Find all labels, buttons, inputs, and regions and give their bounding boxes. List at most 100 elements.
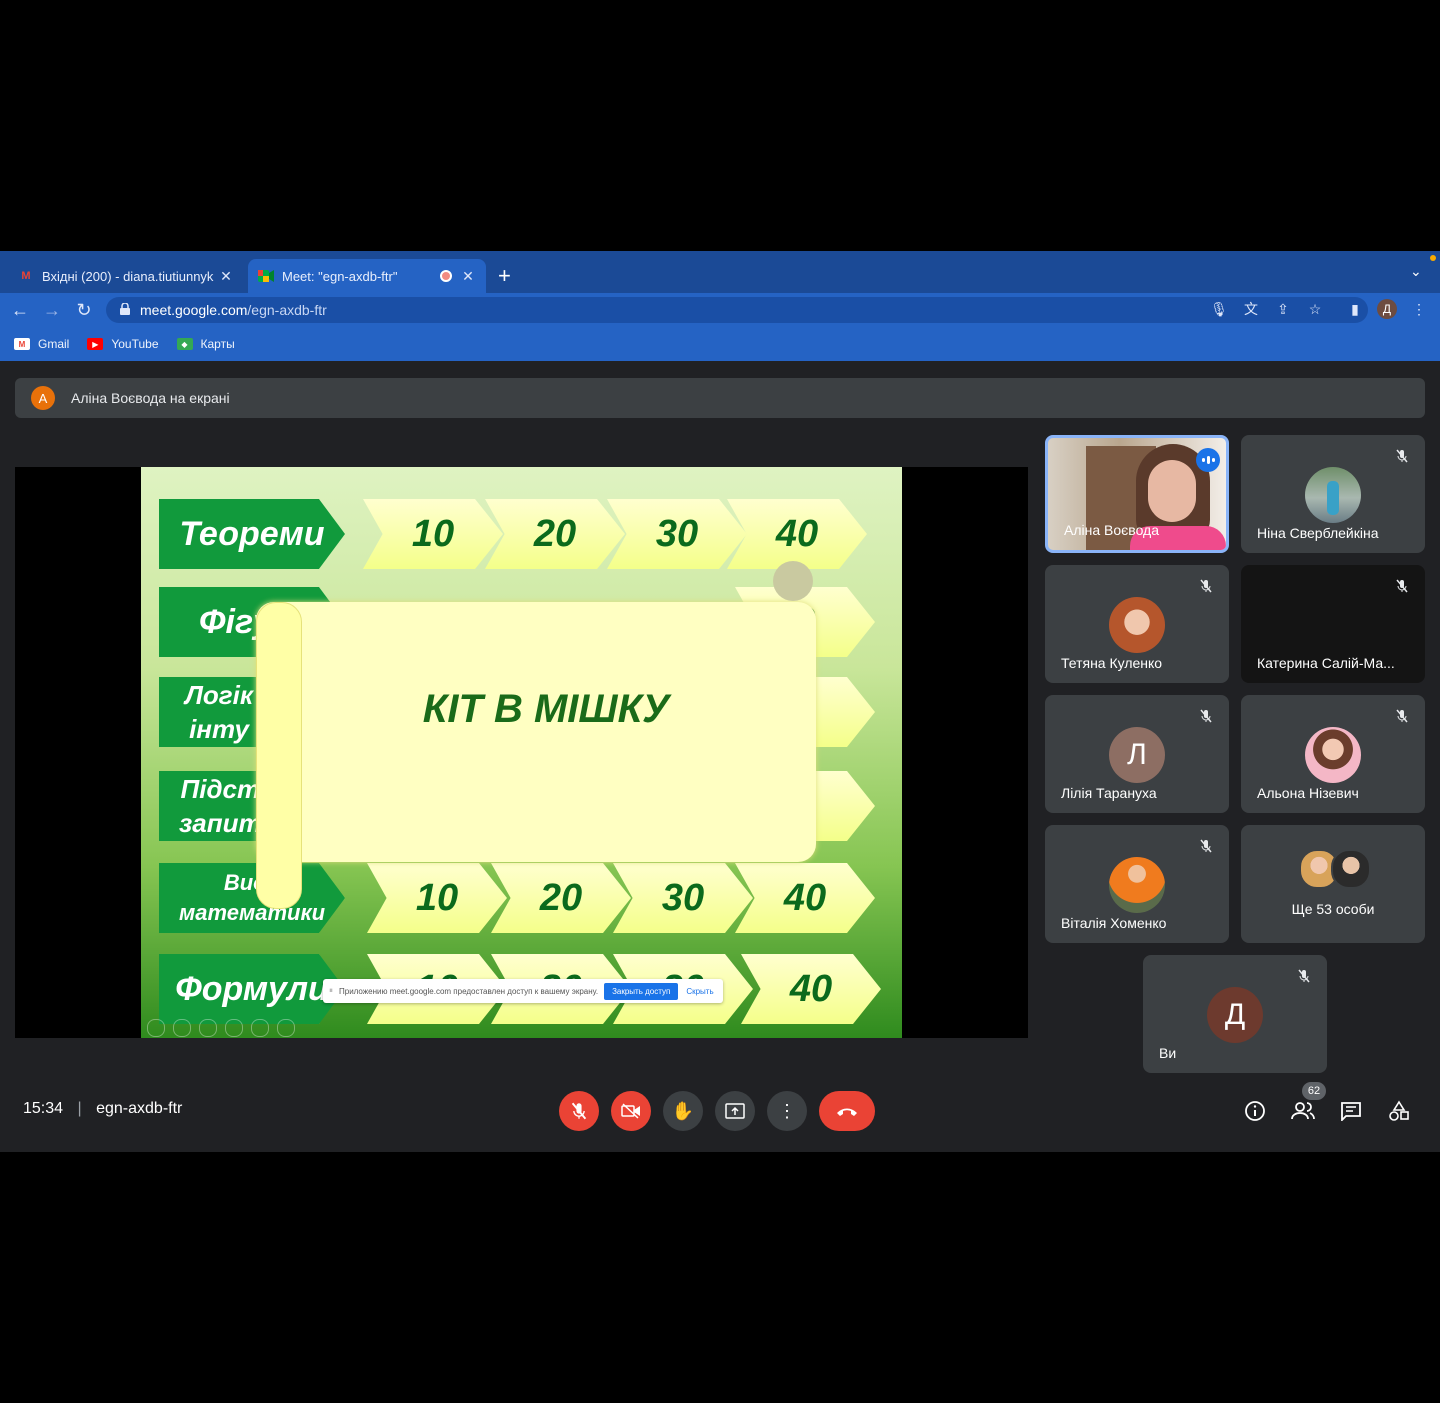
value-cell[interactable]: 40: [727, 499, 867, 569]
participant-tile[interactable]: Віталія Хоменко: [1045, 825, 1229, 943]
value-cell[interactable]: 20: [491, 863, 631, 933]
leave-call-button[interactable]: [819, 1091, 875, 1131]
address-row: ← → ↻ meet.google.com/egn-axdb-ftr 🎙 文 ⇪…: [0, 293, 1440, 327]
value-cell[interactable]: 20: [485, 499, 625, 569]
mic-toggle-button[interactable]: [559, 1091, 599, 1131]
value-cell[interactable]: 10: [363, 499, 503, 569]
share-notice-text: Приложению meet.google.com предоставлен …: [339, 986, 599, 996]
pen-icon[interactable]: [199, 1019, 217, 1037]
translate-icon[interactable]: 文: [1240, 298, 1262, 320]
bookmark-maps[interactable]: ◆ Карты: [176, 337, 235, 351]
scroll-title: КІТ В МІШКУ: [422, 687, 670, 731]
value-cell[interactable]: 10: [367, 863, 507, 933]
more-participants-label: Ще 53 особи: [1291, 901, 1375, 917]
category-cell: Теореми: [159, 499, 345, 569]
participant-tile[interactable]: Катерина Салій-Ма...: [1241, 565, 1425, 683]
url-path: /egn-axdb-ftr: [247, 302, 327, 318]
mic-off-icon: [571, 1102, 587, 1120]
clock: 15:34: [23, 1100, 64, 1117]
participant-tile[interactable]: Аліна Воєвода: [1045, 435, 1229, 553]
update-dot-icon: [1430, 255, 1436, 261]
presenter-banner: А Аліна Воєвода на екрані: [15, 378, 1425, 418]
people-button[interactable]: 62: [1288, 1082, 1326, 1126]
present-icon: [725, 1103, 745, 1119]
browser-chrome: M Вхідні (200) - diana.tiutiunnyk ✕ Meet…: [0, 251, 1440, 361]
value-cell[interactable]: 40: [741, 954, 881, 1024]
participant-tile[interactable]: Альона Нізевич: [1241, 695, 1425, 813]
more-participants-tile[interactable]: Ще 53 особи: [1241, 825, 1425, 943]
bookmarks-bar: M Gmail ▶ YouTube ◆ Карты: [0, 327, 1440, 361]
self-avatar: Д: [1207, 987, 1263, 1043]
mic-off-icon: [1195, 705, 1217, 727]
tab-gmail[interactable]: M Вхідні (200) - diana.tiutiunnyk ✕: [8, 259, 244, 293]
hand-icon: ✋: [671, 1100, 695, 1121]
participant-tile[interactable]: Л Лілія Тарануха: [1045, 695, 1229, 813]
tab-title: Вхідні (200) - diana.tiutiunnyk: [42, 268, 214, 284]
prev-slide-icon[interactable]: [147, 1019, 165, 1037]
microphone-icon[interactable]: 🎙: [1208, 298, 1230, 320]
self-tile[interactable]: Д Ви: [1143, 955, 1327, 1073]
more-icon[interactable]: [277, 1019, 295, 1037]
recording-icon: [440, 270, 452, 282]
menu-dots-icon: ⋮: [778, 1100, 796, 1121]
meeting-info: 15:34 | egn-axdb-ftr: [23, 1100, 182, 1118]
people-icon: [1291, 1102, 1315, 1120]
camera-toggle-button[interactable]: [611, 1091, 651, 1131]
meeting-details-button[interactable]: [1240, 1096, 1270, 1126]
present-screen-button[interactable]: [715, 1091, 755, 1131]
camera-off-icon: [621, 1103, 640, 1119]
value-cell[interactable]: 40: [735, 863, 875, 933]
meet-window: А Аліна Воєвода на екрані Теореми Фігу Л…: [0, 361, 1440, 1152]
tab-meet[interactable]: Meet: "egn-axdb-ftr" ✕: [248, 259, 486, 293]
speaker-face: [1148, 460, 1196, 522]
activities-button[interactable]: [1384, 1096, 1414, 1126]
scroll-curl: [773, 561, 813, 601]
participant-name: Аліна Воєвода: [1064, 522, 1160, 538]
separator: |: [77, 1100, 82, 1117]
bookmark-youtube[interactable]: ▶ YouTube: [87, 337, 159, 351]
close-icon[interactable]: ✕: [218, 268, 234, 285]
bookmark-star-icon[interactable]: ☆: [1304, 298, 1326, 320]
next-slide-icon[interactable]: [173, 1019, 191, 1037]
hide-notice-button[interactable]: Скрыть: [686, 987, 713, 996]
zoom-icon[interactable]: [251, 1019, 269, 1037]
grid-icon[interactable]: [225, 1019, 243, 1037]
close-icon[interactable]: ✕: [460, 268, 476, 285]
chat-button[interactable]: [1336, 1096, 1366, 1126]
participant-name: Ніна Сверблейкіна: [1257, 525, 1379, 541]
tab-search-icon[interactable]: ⌄: [1410, 263, 1422, 280]
gmail-icon: M: [21, 270, 31, 282]
participant-name: Альона Нізевич: [1257, 785, 1359, 801]
activities-icon: [1389, 1100, 1409, 1121]
maps-icon: ◆: [176, 338, 193, 350]
mic-off-icon: [1391, 575, 1413, 597]
category-cell: Формули: [159, 954, 345, 1024]
reload-icon[interactable]: ↻: [72, 298, 96, 322]
back-arrow-icon[interactable]: ←: [8, 298, 32, 322]
participant-tile[interactable]: Тетяна Куленко: [1045, 565, 1229, 683]
participant-name: Лілія Тарануха: [1061, 785, 1157, 801]
profile-avatar[interactable]: Д: [1377, 299, 1397, 319]
raise-hand-button[interactable]: ✋: [663, 1091, 703, 1131]
forward-arrow-icon[interactable]: →: [40, 298, 64, 322]
side-panel-icon[interactable]: ▮: [1344, 298, 1366, 320]
hang-up-icon: [837, 1108, 857, 1116]
share-icon[interactable]: ⇪: [1272, 298, 1294, 320]
participant-tile[interactable]: Ніна Сверблейкіна: [1241, 435, 1425, 553]
bookmark-label: Карты: [200, 337, 235, 351]
chat-icon: [1341, 1102, 1361, 1121]
bookmark-label: Gmail: [38, 337, 70, 351]
value-cell[interactable]: 30: [607, 499, 747, 569]
presenter-avatar: А: [31, 386, 55, 410]
value-cell[interactable]: 30: [613, 863, 753, 933]
menu-dots-icon[interactable]: ⋮: [1408, 298, 1430, 320]
presenter-text: Аліна Воєвода на екрані: [71, 390, 230, 406]
new-tab-button[interactable]: +: [498, 263, 511, 289]
participant-photo: [1109, 857, 1165, 913]
address-bar[interactable]: meet.google.com/egn-axdb-ftr: [106, 297, 1368, 323]
participant-name: Тетяна Куленко: [1061, 655, 1163, 671]
more-options-button[interactable]: ⋮: [767, 1091, 807, 1131]
bookmark-gmail[interactable]: M Gmail: [14, 337, 69, 351]
stop-sharing-button[interactable]: Закрыть доступ: [604, 982, 679, 1000]
presentation-slide: Теореми Фігу Логік інту Підст запит Види…: [141, 467, 902, 1038]
